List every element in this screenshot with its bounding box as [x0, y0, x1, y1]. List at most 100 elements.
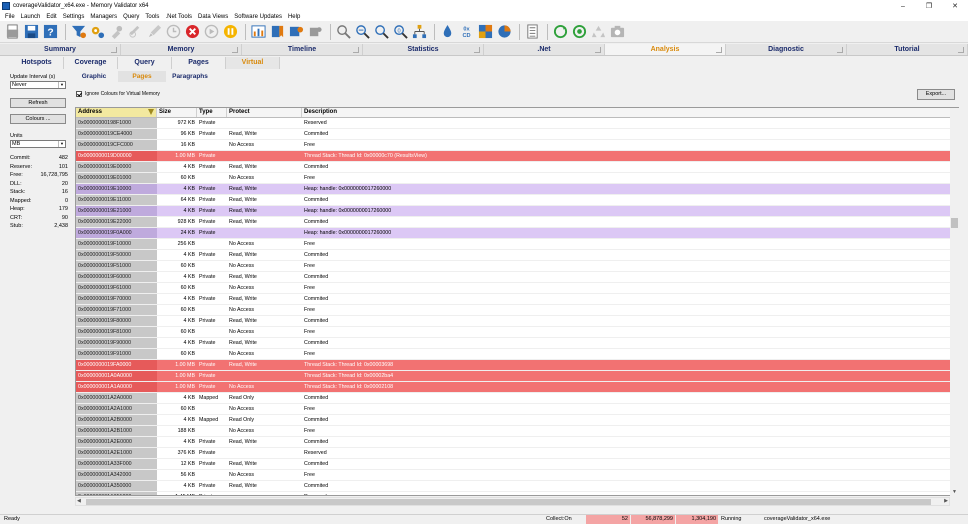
- menu-data-views[interactable]: Data Views: [195, 14, 231, 20]
- table-row[interactable]: 0x000000001A2E0000 4 KB Private Read, Write…: [76, 437, 958, 448]
- refresh-button[interactable]: Refresh: [10, 98, 66, 108]
- table-row[interactable]: 0x0000000019F91000 60 KB No Access Free: [76, 349, 958, 360]
- table-row[interactable]: 0x0000000019E10000 4 KB Private Read, Write…: [76, 184, 958, 195]
- table-row[interactable]: 0x0000000019E00000 4 KB Private Read, Write…: [76, 162, 958, 173]
- brush-icon[interactable]: [146, 23, 163, 40]
- tab-query[interactable]: Query: [118, 57, 172, 69]
- menu-managers[interactable]: Managers: [87, 14, 120, 20]
- new-icon[interactable]: [4, 23, 21, 40]
- table-row[interactable]: 0x000000001A2A1000 60 KB No Access Free: [76, 404, 958, 415]
- table-row[interactable]: 0x0000000019F90000 4 KB Private Read, Write…: [76, 338, 958, 349]
- maximize-button[interactable]: ❐: [916, 0, 942, 12]
- table-row[interactable]: 0x000000001A0A0000 1.00 MB Private Thread S…: [76, 371, 958, 382]
- save-icon[interactable]: [23, 23, 40, 40]
- table-row[interactable]: 0x0000000019E21000 4 KB Private Read, Write…: [76, 206, 958, 217]
- grid-icon[interactable]: [477, 23, 494, 40]
- export-button[interactable]: Export...: [917, 89, 955, 100]
- table-row[interactable]: 0x0000000019F10000 256 KB No Access Free: [76, 239, 958, 250]
- table-row[interactable]: 0x0000000019F50000 4 KB Private Read, Write…: [76, 250, 958, 261]
- pie-icon[interactable]: [496, 23, 513, 40]
- table-row[interactable]: 0x0000000019F70000 4 KB Private Read, Write…: [76, 294, 958, 305]
- table-row[interactable]: 0x0000000019E11000 64 KB Private Read, Writ…: [76, 195, 958, 206]
- chart-icon[interactable]: [250, 23, 267, 40]
- menu-file[interactable]: File: [2, 14, 18, 20]
- table-row[interactable]: 0x000000001A2B1000 188 KB No Access Free: [76, 426, 958, 437]
- pause-icon[interactable]: [222, 23, 239, 40]
- menu-net-tools[interactable]: .Net Tools: [162, 14, 195, 20]
- drop-icon[interactable]: [439, 23, 456, 40]
- tab-pages[interactable]: Pages: [172, 57, 226, 69]
- ignore-colours-option[interactable]: Ignore Colours for Virtual Memory: [76, 91, 160, 97]
- tab-statistics[interactable]: Statistics: [363, 44, 484, 55]
- table-row[interactable]: 0x0000000019F71000 60 KB No Access Free: [76, 305, 958, 316]
- menu-tools[interactable]: Tools: [142, 14, 162, 20]
- filter-icon[interactable]: [70, 23, 87, 40]
- refresh-all-icon[interactable]: [571, 23, 588, 40]
- tab-summary[interactable]: Summary: [0, 44, 121, 55]
- table-row[interactable]: 0x000000001A3510001.45 MBPrivate Reserved: [76, 492, 958, 495]
- menu-query[interactable]: Query: [120, 14, 142, 20]
- tab-graphic[interactable]: Graphic: [70, 71, 118, 82]
- table-row[interactable]: 0x0000000019F0A000 24 KB Private Heap: hand…: [76, 228, 958, 239]
- list-icon[interactable]: [524, 23, 541, 40]
- vertical-scrollbar[interactable]: ▼: [950, 108, 959, 496]
- menu-edit[interactable]: Edit: [43, 14, 59, 20]
- tab-hotspots[interactable]: Hotspots: [10, 57, 64, 69]
- tab-analysis[interactable]: Analysis: [605, 44, 726, 55]
- minimize-button[interactable]: –: [890, 0, 916, 12]
- column-header-size[interactable]: Size: [157, 108, 197, 117]
- scroll-right-icon[interactable]: ▶: [944, 498, 948, 504]
- tab-memory[interactable]: Memory: [121, 44, 242, 55]
- find-icon[interactable]: [373, 23, 390, 40]
- scroll-down-icon[interactable]: ▼: [952, 489, 957, 495]
- tab-virtual[interactable]: Virtual: [226, 57, 280, 69]
- link-icon[interactable]: [127, 23, 144, 40]
- table-row[interactable]: 0x000000001A2E1000 376 KB Private Reserved: [76, 448, 958, 459]
- recycle-icon[interactable]: [590, 23, 607, 40]
- table-row[interactable]: 0x000000001A1A0000 1.00 MB Private No Acces…: [76, 382, 958, 393]
- table-row[interactable]: 0x0000000019FA0000 1.00 MB Private Read, Wr…: [76, 360, 958, 371]
- table-row[interactable]: 0x0000000019D00000 1.00 MB Private Thread S…: [76, 151, 958, 162]
- plugin-icon[interactable]: [288, 23, 305, 40]
- table-row[interactable]: 0x00000000198F1000 972 KB Private Reserved: [76, 118, 958, 129]
- column-header-protect[interactable]: Protect: [227, 108, 302, 117]
- zoom-icon[interactable]: [354, 23, 371, 40]
- column-header-type[interactable]: Type: [197, 108, 227, 117]
- table-row[interactable]: 0x0000000019F51000 60 KB No Access Free: [76, 261, 958, 272]
- hex-icon[interactable]: 0x CD: [458, 23, 475, 40]
- stop-icon[interactable]: [184, 23, 201, 40]
- camera-icon[interactable]: [609, 23, 626, 40]
- tab-pages-view[interactable]: Pages: [118, 71, 166, 82]
- colours-button[interactable]: Colours ...: [10, 114, 66, 124]
- table-row[interactable]: 0x000000001A2A0000 4 KB Mapped Read Only Com…: [76, 393, 958, 404]
- units-select[interactable]: MB ▼: [10, 140, 66, 148]
- menu-software-updates[interactable]: Software Updates: [231, 14, 285, 20]
- tab-timeline[interactable]: Timeline: [242, 44, 363, 55]
- table-row[interactable]: 0x0000000019E22000 928 KB Private Read, Wri…: [76, 217, 958, 228]
- scroll-left-icon[interactable]: ◀: [77, 498, 81, 504]
- tab-diagnostic[interactable]: Diagnostic: [726, 44, 847, 55]
- table-row[interactable]: 0x0000000019F81000 60 KB No Access Free: [76, 327, 958, 338]
- horizontal-scrollbar[interactable]: ◀ ▶: [75, 497, 950, 506]
- menu-launch[interactable]: Launch: [18, 14, 44, 20]
- tab-tutorial[interactable]: Tutorial: [847, 44, 968, 55]
- table-row[interactable]: 0x000000001A342000 56 KB No Access Free: [76, 470, 958, 481]
- table-row[interactable]: 0x0000000019F60000 4 KB Private Read, Write…: [76, 272, 958, 283]
- table-row[interactable]: 0x000000001A33F000 12 KB Private Read, Writ…: [76, 459, 958, 470]
- update-interval-select[interactable]: Never ▼: [10, 81, 66, 89]
- close-button[interactable]: ✕: [942, 0, 968, 12]
- table-row[interactable]: 0x0000000019CFC000 16 KB No Access Free: [76, 140, 958, 151]
- scroll-thumb[interactable]: [951, 218, 958, 228]
- settings-gear-icon[interactable]: [89, 23, 106, 40]
- tab-paragraphs[interactable]: Paragraphs: [166, 71, 214, 82]
- menu-help[interactable]: Help: [285, 14, 303, 20]
- tab-dotnet[interactable]: .Net: [484, 44, 605, 55]
- menu-settings[interactable]: Settings: [60, 14, 88, 20]
- pin-icon[interactable]: [108, 23, 125, 40]
- column-header-description[interactable]: Description: [302, 108, 958, 117]
- table-row[interactable]: 0x0000000019E01000 60 KB No Access Free: [76, 173, 958, 184]
- table-row[interactable]: 0x0000000019F80000 4 KB Private Read, Write…: [76, 316, 958, 327]
- clock-icon[interactable]: [165, 23, 182, 40]
- table-row[interactable]: 0x0000000019F61000 60 KB No Access Free: [76, 283, 958, 294]
- tab-coverage[interactable]: Coverage: [64, 57, 118, 69]
